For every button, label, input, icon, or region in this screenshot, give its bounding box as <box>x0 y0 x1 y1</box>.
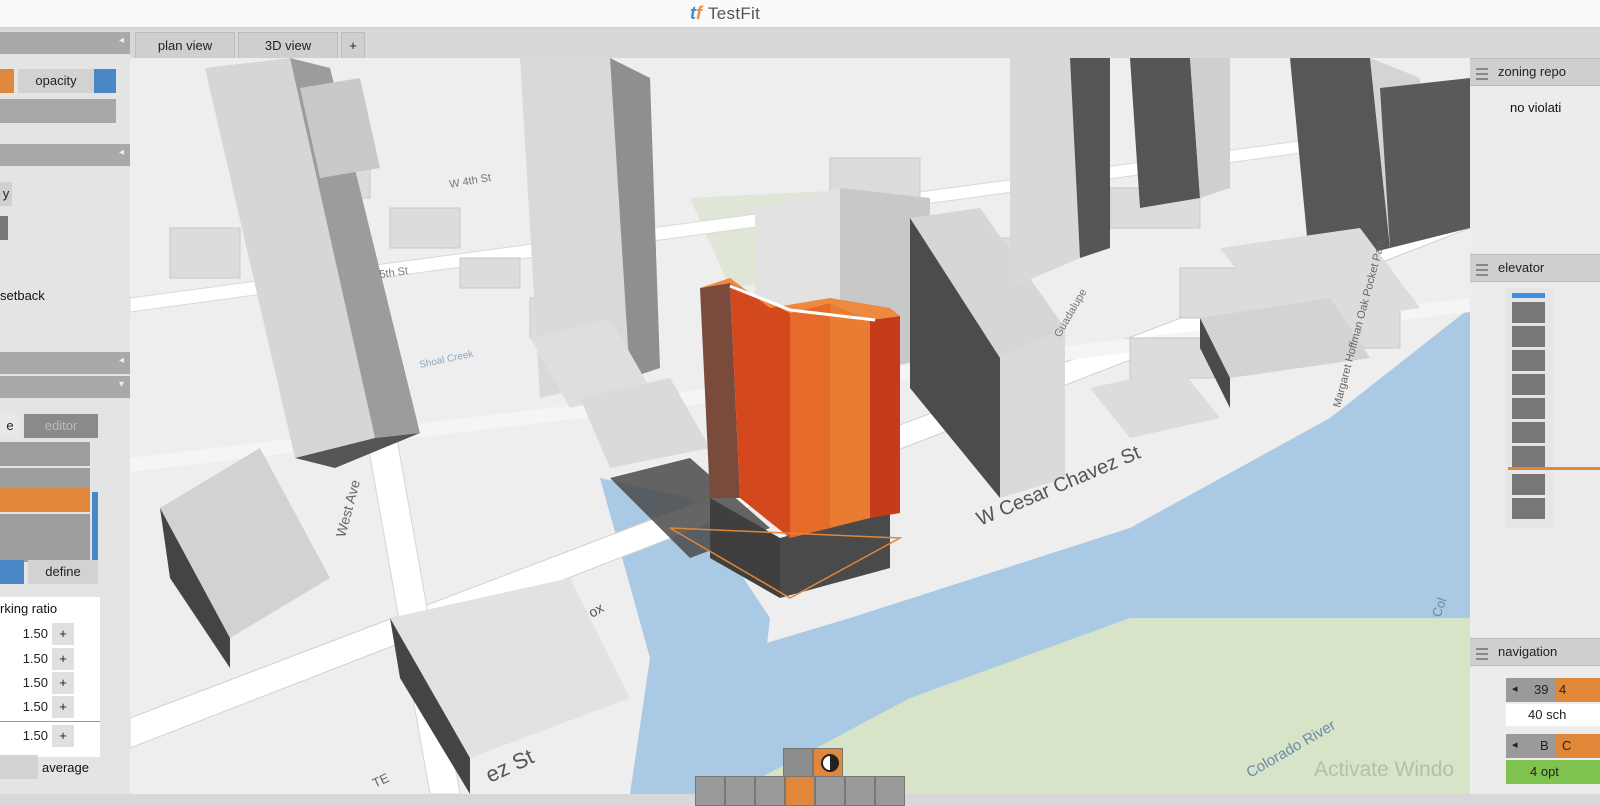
tool-button-6[interactable] <box>845 776 875 806</box>
define-button[interactable]: define <box>28 560 98 584</box>
y-fragment: y <box>2 186 10 201</box>
collapse-icon[interactable]: ▾ <box>119 379 124 390</box>
parking-ratio-label: rking ratio <box>0 601 58 616</box>
tab-plan-view[interactable]: plan view <box>135 32 235 59</box>
drag-handle-icon[interactable] <box>1476 648 1488 660</box>
city-3d-scene[interactable]: W Cesar Chavez St West Ave 5th St W 4th … <box>130 58 1470 794</box>
tool-button-7[interactable] <box>875 776 905 806</box>
opacity-color-swatch[interactable] <box>94 69 116 93</box>
zoning-report-header[interactable]: zoning repo <box>1470 58 1600 86</box>
contrast-glyph <box>821 754 839 772</box>
ratio-row-1: 1.50 + <box>0 623 100 645</box>
tab-3d-view[interactable]: 3D view <box>238 32 338 59</box>
building-label: B <box>1540 738 1549 753</box>
next-floor-button[interactable]: 4 <box>1556 678 1600 702</box>
elevator-floor-cell[interactable] <box>1512 446 1545 467</box>
elevator-top-indicator <box>1512 293 1545 298</box>
navigation-header[interactable]: navigation <box>1470 638 1600 666</box>
opacity-button[interactable]: opacity <box>18 69 94 93</box>
options-count: 4 opt <box>1530 764 1559 779</box>
left-panel-header-3[interactable]: ◂ <box>0 352 130 374</box>
elevator-floor-cell[interactable] <box>1512 422 1545 443</box>
divider <box>0 721 100 722</box>
tab-e[interactable]: e <box>0 414 20 438</box>
collapse-icon[interactable]: ◂ <box>119 147 124 158</box>
elevator-floor-cell[interactable] <box>1512 374 1545 395</box>
prev-building-icon[interactable]: ◂ <box>1512 738 1518 751</box>
average-swatch[interactable] <box>0 755 38 779</box>
contrast-icon[interactable] <box>813 748 843 778</box>
floor-selector[interactable]: ◂ 39 4 <box>1506 678 1600 702</box>
list-row-1[interactable] <box>0 442 90 466</box>
elevator-floor-cell[interactable] <box>1512 398 1545 419</box>
building-c-label: C <box>1562 738 1572 753</box>
tool-button-active[interactable] <box>785 776 815 806</box>
ratio-row-3: 1.50 + <box>0 672 100 694</box>
app-logo-icon: tf <box>690 3 702 23</box>
list-row-3[interactable] <box>0 514 90 538</box>
list-scrollbar[interactable] <box>92 492 98 560</box>
navigation-title: navigation <box>1498 644 1558 659</box>
zoning-status: no violati <box>1510 100 1562 115</box>
collapse-icon[interactable]: ◂ <box>119 355 124 366</box>
left-panel: ◂ opacity ◂ y setback ◂ ▾ e editor defin… <box>0 32 130 794</box>
list-row-selected[interactable] <box>0 488 90 512</box>
average-label: average <box>42 760 89 775</box>
ratio-value[interactable]: 1.50 <box>23 675 48 690</box>
blue-button[interactable] <box>0 560 24 584</box>
prev-floor-icon[interactable]: ◂ <box>1512 682 1518 695</box>
schemes-count: 40 sch <box>1528 707 1567 722</box>
left-panel-header-4[interactable]: ▾ <box>0 376 130 398</box>
tool-button-2[interactable] <box>725 776 755 806</box>
floor-number: 39 <box>1534 682 1549 697</box>
building-c-button[interactable]: C <box>1556 734 1600 758</box>
increment-button[interactable]: + <box>52 672 74 694</box>
left-panel-header-1[interactable]: ◂ <box>0 32 130 54</box>
elevator-header[interactable]: elevator <box>1470 254 1600 282</box>
3d-viewport[interactable]: W Cesar Chavez St West Ave 5th St W 4th … <box>130 58 1470 794</box>
increment-button[interactable]: + <box>52 648 74 670</box>
ratio-value[interactable]: 1.50 <box>23 699 48 714</box>
ratio-row-5: 1.50 + <box>0 725 100 747</box>
tool-button-5[interactable] <box>815 776 845 806</box>
elevator-floor-cell[interactable] <box>1512 326 1545 347</box>
add-tab-button[interactable]: + <box>341 32 365 59</box>
drag-handle-icon[interactable] <box>1476 264 1488 276</box>
ratio-row-4: 1.50 + <box>0 696 100 718</box>
ratio-row-2: 1.50 + <box>0 648 100 670</box>
app-title: TestFit <box>708 4 761 23</box>
color-swatch-orange[interactable] <box>0 69 14 93</box>
ratio-value[interactable]: 1.50 <box>23 651 48 666</box>
mode-button[interactable]: y <box>0 182 12 206</box>
increment-button[interactable]: + <box>52 623 74 645</box>
elevator-floor-cell[interactable] <box>1512 474 1545 495</box>
sun-icon[interactable] <box>783 748 813 778</box>
increment-button[interactable]: + <box>52 696 74 718</box>
building-selector[interactable]: ◂ B C <box>1506 734 1600 758</box>
elevator-floor-cell[interactable] <box>1512 350 1545 371</box>
zoning-report-title: zoning repo <box>1498 64 1566 79</box>
schemes-field[interactable]: 40 sch <box>1506 704 1600 726</box>
options-button[interactable]: 4 opt <box>1506 760 1600 784</box>
ratio-value[interactable]: 1.50 <box>23 626 48 641</box>
collapse-icon[interactable]: ◂ <box>119 35 124 46</box>
left-panel-header-2[interactable]: ◂ <box>0 144 130 166</box>
activation-watermark: Activate Windo <box>1314 758 1455 781</box>
drag-handle-icon[interactable] <box>1476 68 1488 80</box>
setback-label: setback <box>0 288 45 303</box>
title-bar: tf TestFit <box>0 0 1600 28</box>
elevator-floor-cell[interactable] <box>1512 302 1545 323</box>
tab-editor[interactable]: editor <box>24 414 98 438</box>
tool-button-1[interactable] <box>695 776 725 806</box>
increment-button[interactable]: + <box>52 725 74 747</box>
ratio-value[interactable]: 1.50 <box>23 728 48 743</box>
elevator-floor-cell[interactable] <box>1512 498 1545 519</box>
list-row-4[interactable] <box>0 538 90 562</box>
slider-track[interactable] <box>0 99 116 123</box>
next-floor-number: 4 <box>1559 682 1567 697</box>
tool-button-3[interactable] <box>755 776 785 806</box>
elevator-title: elevator <box>1498 260 1545 275</box>
mode-indicator <box>0 216 8 240</box>
elevator-level-marker[interactable] <box>1508 467 1600 470</box>
